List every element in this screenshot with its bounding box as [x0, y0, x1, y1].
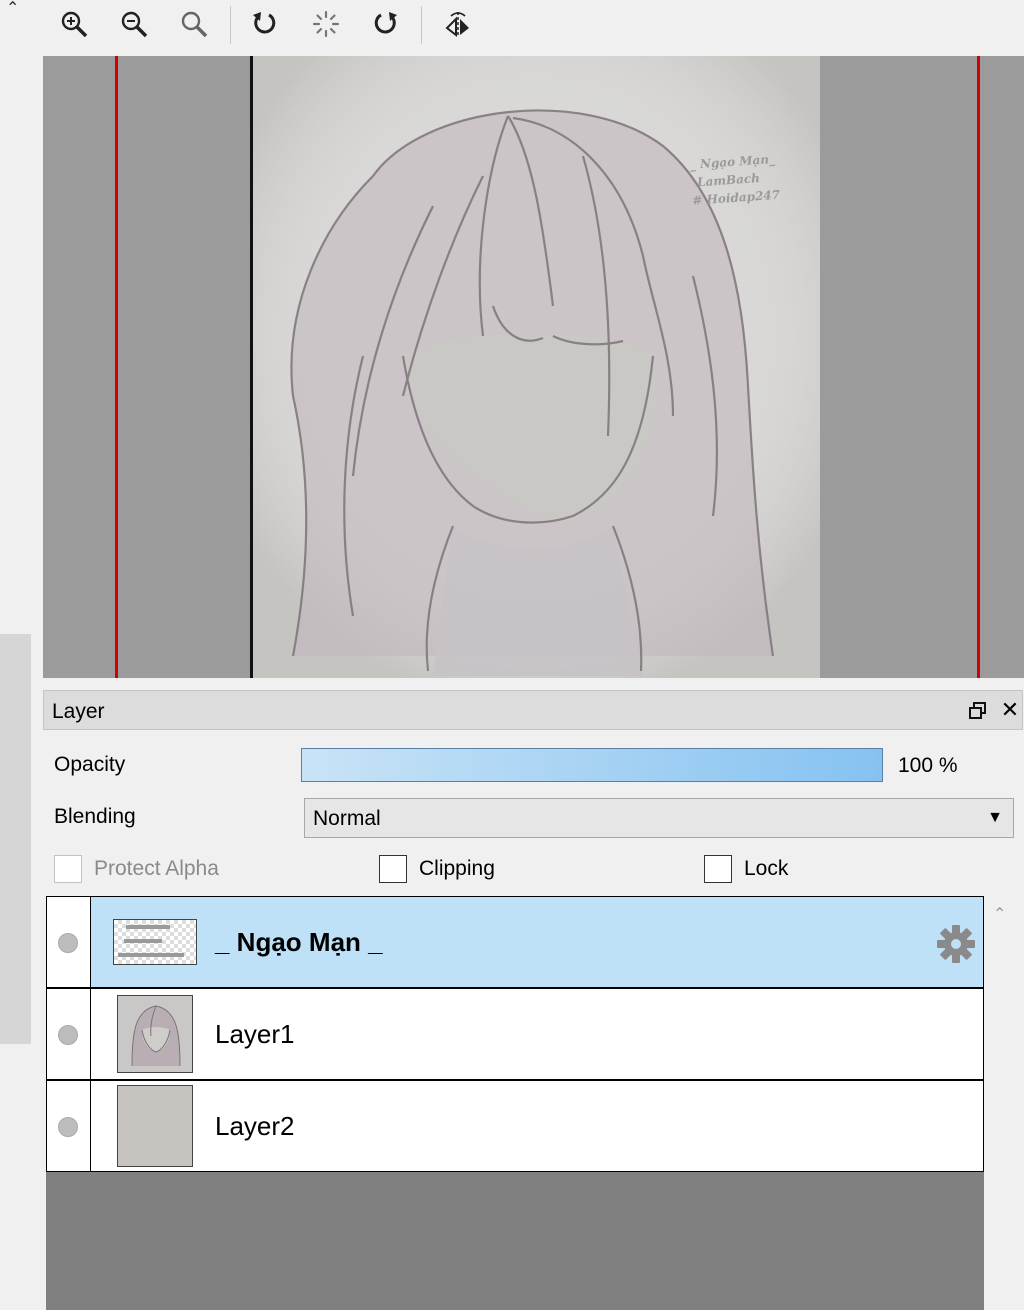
- canvas-view[interactable]: _ Ngạo Mạn_ LamBach # Hoidap247: [43, 56, 1024, 678]
- blending-label: Blending: [54, 805, 136, 828]
- rotate-right-icon[interactable]: [368, 6, 404, 42]
- clipping-checkbox[interactable]: [379, 855, 407, 883]
- guide-line-right: [977, 56, 980, 678]
- panel-titlebar[interactable]: Layer ✕: [43, 690, 1023, 730]
- zoom-reset-icon[interactable]: [176, 6, 212, 42]
- layer-thumbnail-fill: [117, 1085, 193, 1167]
- layer-name-cell[interactable]: _ Ngạo Mạn _: [91, 897, 983, 987]
- opacity-slider[interactable]: [301, 748, 883, 782]
- visibility-toggle[interactable]: [47, 1081, 91, 1171]
- chevron-up-icon[interactable]: ⌃: [6, 1, 22, 17]
- float-window-icon[interactable]: [968, 701, 988, 721]
- layer-name-cell[interactable]: Layer2: [91, 1081, 983, 1171]
- visibility-toggle[interactable]: [47, 897, 91, 987]
- toolbar-separator: [421, 6, 422, 44]
- layer-row[interactable]: Layer1: [46, 988, 984, 1080]
- layer-list: _ Ngạo Mạn _ Layer1 Layer2: [46, 896, 984, 1310]
- chevron-up-icon[interactable]: ⌃: [993, 904, 1009, 923]
- visibility-dot-icon: [58, 933, 78, 953]
- blending-value: Normal: [313, 807, 381, 830]
- opacity-label: Opacity: [54, 753, 126, 776]
- rotate-left-icon[interactable]: [246, 6, 282, 42]
- canvas-watermark: _ Ngạo Mạn_ LamBach # Hoidap247: [689, 148, 802, 210]
- zoom-in-icon[interactable]: [56, 6, 92, 42]
- protect-alpha-checkbox[interactable]: [54, 855, 82, 883]
- canvas-paper: _ Ngạo Mạn_ LamBach # Hoidap247: [250, 56, 820, 678]
- layer-name: Layer1: [215, 1019, 295, 1049]
- layer-panel: Layer ✕ Opacity 100 % Blending Normal ▼ …: [43, 690, 1024, 1310]
- panel-title: Layer: [52, 700, 105, 723]
- visibility-dot-icon: [58, 1025, 78, 1045]
- layer-row[interactable]: _ Ngạo Mạn _: [46, 896, 984, 988]
- blending-dropdown[interactable]: Normal ▼: [304, 798, 1014, 838]
- protect-alpha-label: Protect Alpha: [94, 857, 219, 880]
- layer-name-cell[interactable]: Layer1: [91, 989, 983, 1079]
- layer-thumbnail-sketch: [117, 995, 193, 1073]
- sketch-artwork: [253, 56, 820, 678]
- layer-row[interactable]: Layer2: [46, 1080, 984, 1172]
- rotate-reset-icon[interactable]: [308, 6, 344, 42]
- layer-name: _ Ngạo Mạn _: [215, 927, 383, 957]
- toolbar-separator: [230, 6, 231, 44]
- visibility-toggle[interactable]: [47, 989, 91, 1079]
- flip-horizontal-icon[interactable]: [440, 6, 476, 42]
- opacity-value: 100 %: [898, 754, 958, 777]
- dropdown-arrow-icon: ▼: [987, 809, 1003, 826]
- zoom-out-icon[interactable]: [116, 6, 152, 42]
- visibility-dot-icon: [58, 1117, 78, 1137]
- layer-name: Layer2: [215, 1111, 295, 1141]
- view-toolbar: ⌃: [0, 0, 1024, 56]
- gear-icon[interactable]: [935, 923, 977, 965]
- guide-line-left: [115, 56, 118, 678]
- left-scrollbar[interactable]: [0, 634, 31, 1044]
- layer-thumbnail-watermark: [113, 919, 197, 965]
- lock-label: Lock: [744, 857, 789, 880]
- close-icon[interactable]: ✕: [999, 698, 1021, 722]
- lock-checkbox[interactable]: [704, 855, 732, 883]
- clipping-label: Clipping: [419, 857, 495, 880]
